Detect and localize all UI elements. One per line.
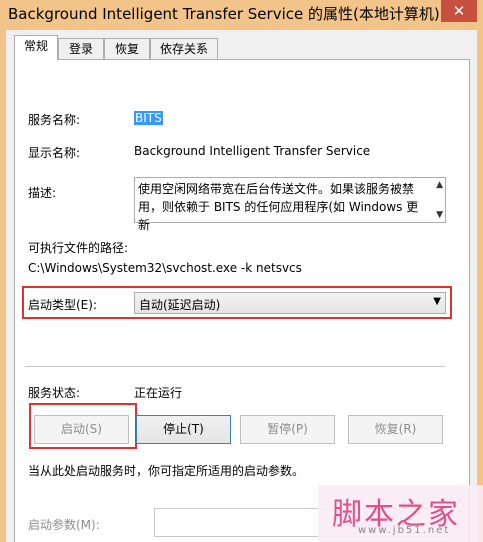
description-label: 描述: <box>28 186 57 200</box>
window-title: Background Intelligent Transfer Service … <box>8 5 440 23</box>
start-button[interactable]: 启动(S) <box>34 415 129 444</box>
divider <box>25 366 445 367</box>
description-box[interactable]: 使用空闲网络带宽在后台传送文件。如果该服务被禁用，则依赖于 BITS 的任何应用… <box>134 177 446 232</box>
display-name-label: 显示名称: <box>28 146 81 160</box>
service-status-value: 正在运行 <box>134 386 183 400</box>
dialog-client-area: 常规 登录 恢复 依存关系 服务名称: BITS 显示名称: Backgroun… <box>6 30 477 542</box>
watermark-logo: 脚本之家 www.jb51.net <box>318 485 483 542</box>
startup-type-label: 启动类型(E): <box>28 298 97 312</box>
chevron-down-icon: ▼ <box>433 296 441 307</box>
description-text: 使用空闲网络带宽在后台传送文件。如果该服务被禁用，则依赖于 BITS 的任何应用… <box>138 182 419 232</box>
start-params-hint: 当从此处启动服务时，你可指定所适用的启动参数。 <box>28 464 305 478</box>
startup-type-value: 自动(延迟启动) <box>139 298 221 312</box>
scroll-up-icon[interactable]: ▲ <box>436 180 443 190</box>
startup-type-select[interactable]: 自动(延迟启动) ▼ <box>134 292 446 314</box>
tab-general[interactable]: 常规 <box>14 35 58 60</box>
close-button[interactable]: ✕ <box>441 0 477 22</box>
tab-dependencies[interactable]: 依存关系 <box>150 38 218 59</box>
watermark-url: www.jb51.net <box>358 525 451 536</box>
tab-recovery[interactable]: 恢复 <box>104 38 150 59</box>
service-status-label: 服务状态: <box>28 386 81 400</box>
service-name-label: 服务名称: <box>28 113 81 127</box>
pause-button[interactable]: 暂停(P) <box>240 415 335 444</box>
title-bar: Background Intelligent Transfer Service … <box>0 0 483 30</box>
scroll-down-icon[interactable]: ▼ <box>436 210 443 220</box>
start-params-label: 启动参数(M): <box>28 518 100 532</box>
stop-button[interactable]: 停止(T) <box>136 415 231 444</box>
resume-button[interactable]: 恢复(R) <box>348 415 443 444</box>
tab-logon[interactable]: 登录 <box>58 38 104 59</box>
display-name-value[interactable]: Background Intelligent Transfer Service <box>134 144 370 158</box>
exe-path-value[interactable]: C:\Windows\System32\svchost.exe -k netsv… <box>28 261 302 275</box>
general-tab-panel: 服务名称: BITS 显示名称: Background Intelligent … <box>14 59 470 542</box>
service-name-value[interactable]: BITS <box>134 111 163 125</box>
exe-path-label: 可执行文件的路径: <box>28 241 129 255</box>
